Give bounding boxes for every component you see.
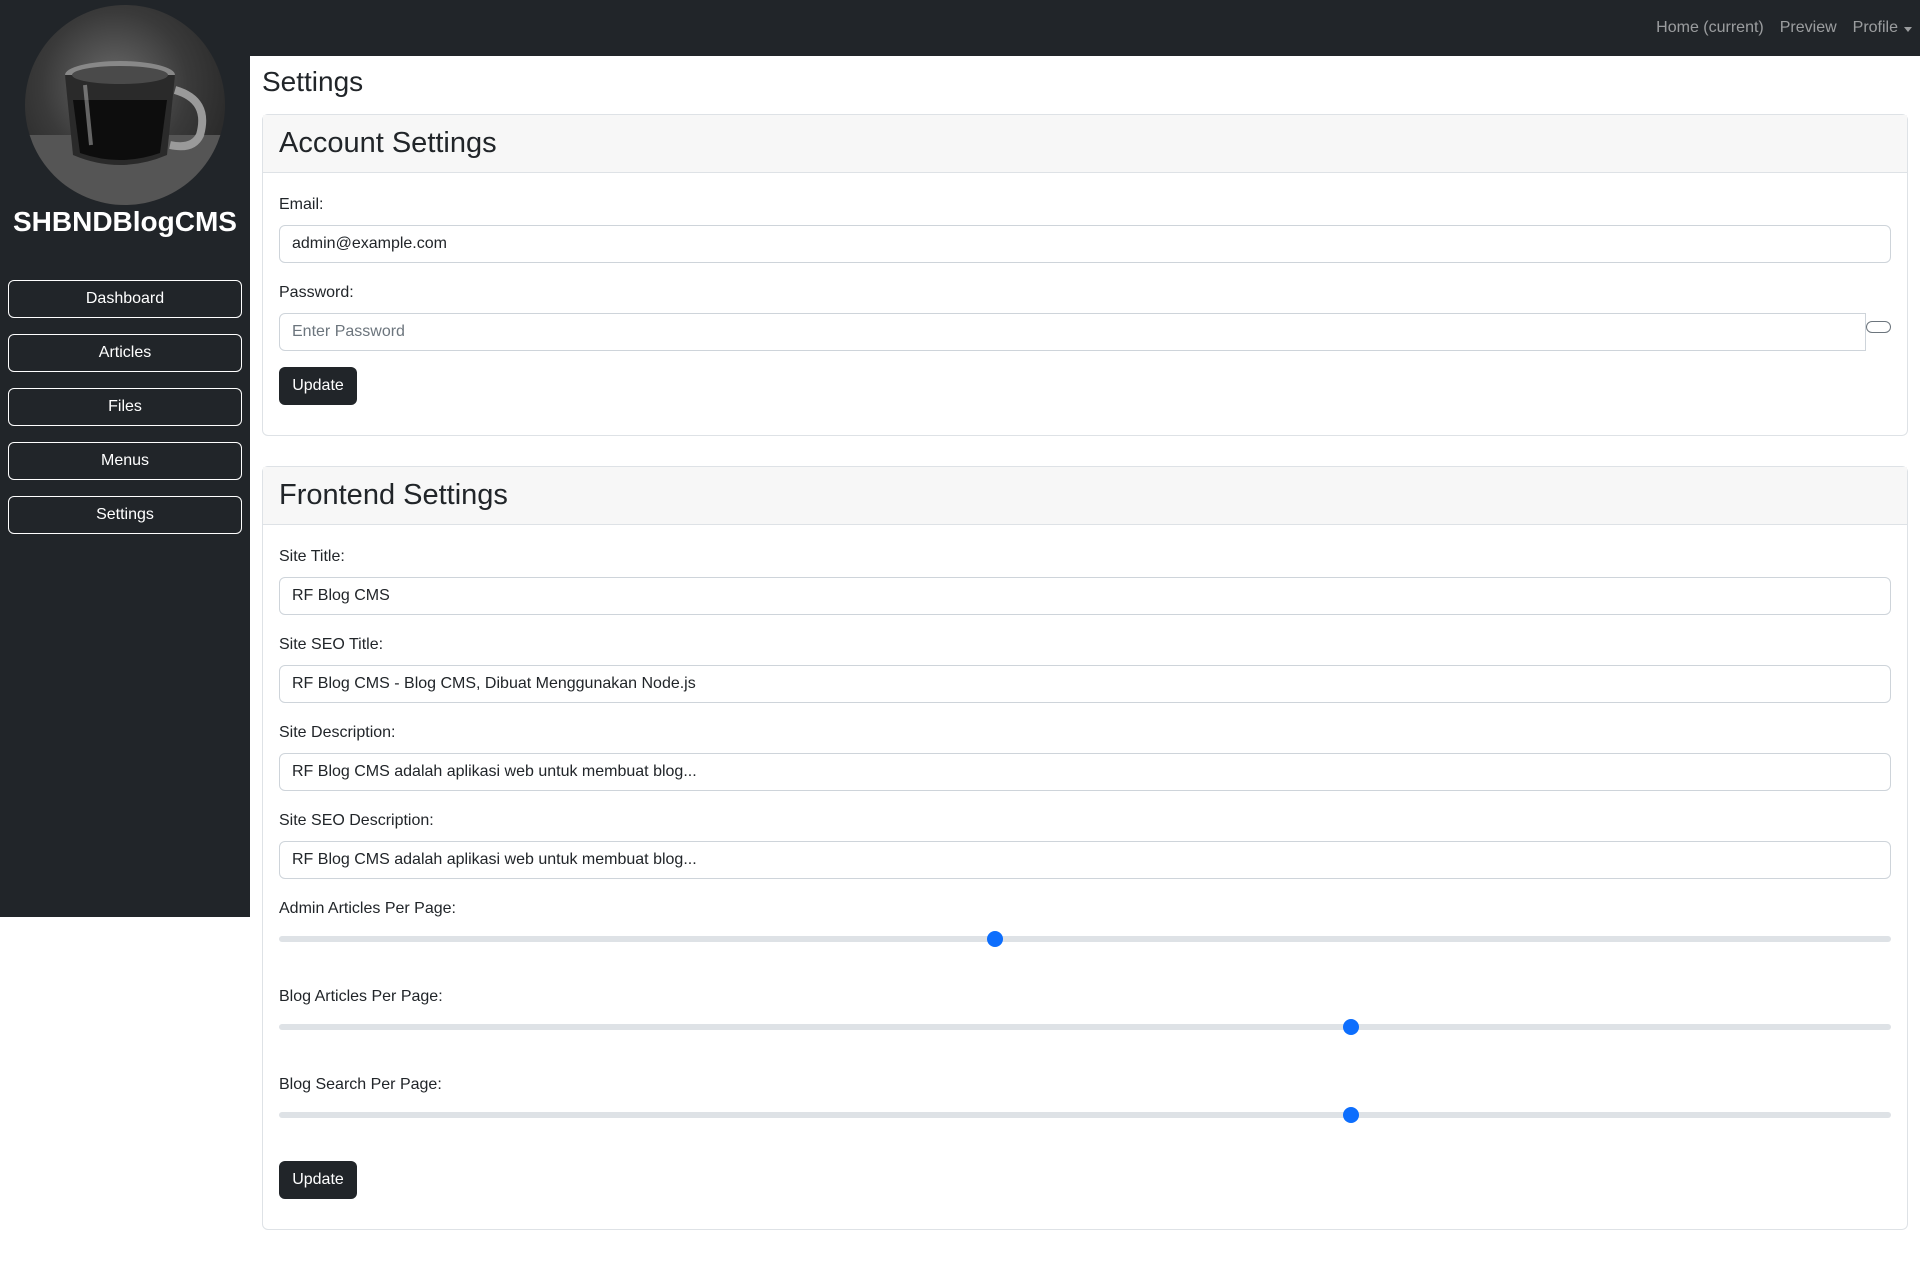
card-spacer (262, 436, 1908, 466)
site-description-label: Site Description: (279, 724, 396, 741)
slider-track (279, 1112, 1891, 1118)
account-update-button[interactable]: Update (279, 367, 357, 405)
nav-preview-link[interactable]: Preview (1780, 19, 1837, 37)
avatar (25, 5, 225, 205)
seo-description-field[interactable] (279, 841, 1891, 879)
nav-profile-dropdown[interactable]: Profile (1853, 19, 1912, 37)
site-title-label: Site Title: (279, 548, 345, 565)
caret-down-icon (1904, 26, 1912, 32)
site-description-field[interactable] (279, 753, 1891, 791)
show-password-button[interactable] (1866, 321, 1891, 333)
frontend-settings-header: Frontend Settings (263, 467, 1907, 525)
coffee-cup-photo (25, 61, 225, 205)
slider-track (279, 1024, 1891, 1030)
slider-thumb[interactable] (1342, 1019, 1359, 1035)
top-nav-links: Home (current) Preview Profile (1656, 0, 1912, 56)
password-field[interactable] (279, 313, 1866, 351)
slider-thumb[interactable] (1342, 1107, 1359, 1123)
slider-thumb[interactable] (986, 931, 1003, 947)
email-field[interactable] (279, 225, 1891, 263)
frontend-settings-card: Frontend Settings Site Title: Site SEO T… (262, 466, 1908, 1230)
seo-title-label: Site SEO Title: (279, 636, 384, 653)
admin-per-page-slider[interactable] (279, 931, 1891, 947)
sidebar-item-articles[interactable]: Articles (8, 334, 242, 372)
sidebar-item-settings[interactable]: Settings (8, 496, 242, 534)
nav-home-link[interactable]: Home (current) (1656, 19, 1764, 37)
password-label: Password: (279, 284, 354, 301)
frontend-settings-body: Site Title: Site SEO Title: Site Descrip… (263, 525, 1907, 1229)
sidebar: SHBNDBlogCMS Dashboard Articles Files Me… (0, 0, 250, 917)
sidebar-item-files[interactable]: Files (8, 388, 242, 426)
sidebar-item-menus[interactable]: Menus (8, 442, 242, 480)
account-settings-header: Account Settings (263, 115, 1907, 173)
nav-profile-label: Profile (1852, 19, 1898, 36)
blog-per-page-label: Blog Articles Per Page: (279, 988, 443, 1005)
site-title-field[interactable] (279, 577, 1891, 615)
search-per-page-label: Blog Search Per Page: (279, 1076, 442, 1093)
brand-name: SHBNDBlogCMS (13, 206, 237, 237)
main-content: Settings Account Settings Email: Passwor… (262, 56, 1908, 1230)
search-per-page-slider[interactable] (279, 1107, 1891, 1123)
sidebar-nav: Dashboard Articles Files Menus Settings (8, 280, 242, 534)
blog-per-page-slider[interactable] (279, 1019, 1891, 1035)
admin-per-page-label: Admin Articles Per Page: (279, 900, 456, 917)
seo-title-field[interactable] (279, 665, 1891, 703)
page-title: Settings (262, 66, 364, 97)
account-settings-body: Email: Password: Update (263, 173, 1907, 435)
slider-track (279, 936, 1891, 942)
password-group (279, 313, 1891, 351)
account-settings-card: Account Settings Email: Password: Update (262, 114, 1908, 436)
sidebar-item-dashboard[interactable]: Dashboard (8, 280, 242, 318)
top-navbar: Home (current) Preview Profile (0, 0, 1920, 56)
frontend-update-button[interactable]: Update (279, 1161, 357, 1199)
email-label: Email: (279, 196, 324, 213)
seo-description-label: Site SEO Description: (279, 812, 434, 829)
